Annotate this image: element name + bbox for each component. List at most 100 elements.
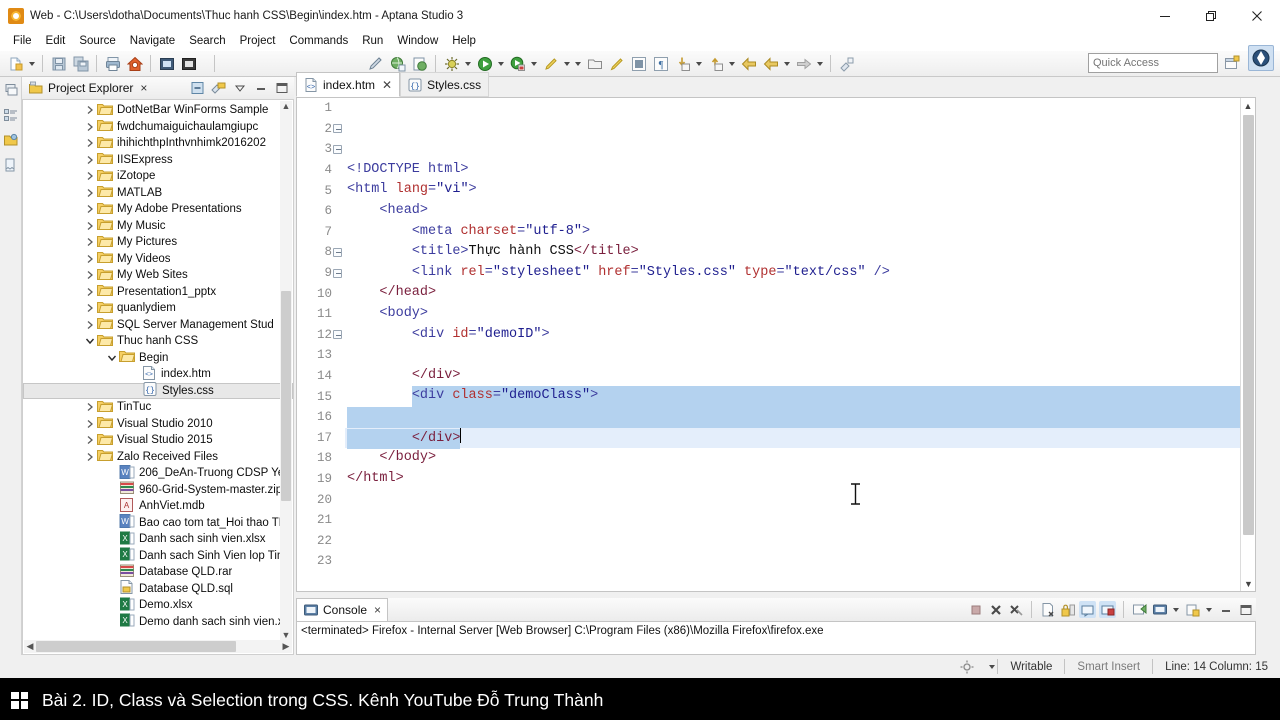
web-browser-button[interactable] (387, 53, 408, 74)
tree-item[interactable]: My Pictures (23, 234, 293, 251)
terminate-icon[interactable] (967, 601, 984, 618)
chevron-down-icon[interactable] (83, 337, 97, 345)
print-button[interactable] (102, 53, 123, 74)
tree-item[interactable]: quanlydiem (23, 300, 293, 317)
editor-vertical-scrollbar[interactable]: ▲ ▼ (1240, 98, 1255, 591)
new-file-button[interactable] (5, 53, 26, 74)
tab-console[interactable]: Console × (296, 598, 388, 621)
menu-project[interactable]: Project (233, 32, 283, 51)
tree-item[interactable]: TinTuc (23, 399, 293, 416)
tree-item[interactable]: fwdchumaiguichaulamgiupc (23, 119, 293, 136)
save-all-button[interactable] (70, 53, 91, 74)
chevron-right-icon[interactable] (83, 122, 97, 132)
tree-item[interactable]: My Music (23, 218, 293, 235)
tree-vertical-scrollbar[interactable]: ▲ ▼ (280, 101, 292, 640)
more-dropdown-icon[interactable] (573, 53, 583, 74)
tree-item[interactable]: <>index.htm (23, 366, 293, 383)
code-line[interactable]: </div> (345, 428, 1255, 449)
debug-dropdown-icon[interactable] (463, 53, 473, 74)
highlighter-dropdown-icon[interactable] (562, 53, 572, 74)
tree-item[interactable]: iZotope (23, 168, 293, 185)
view-menu-icon[interactable] (232, 80, 248, 96)
code-line[interactable]: <!DOCTYPE html> (345, 160, 1255, 181)
menu-run[interactable]: Run (355, 32, 390, 51)
maximize-view-icon[interactable] (274, 80, 290, 96)
tree-item[interactable]: MATLAB (23, 185, 293, 202)
windows-start-icon[interactable] (11, 692, 28, 709)
run-external-dropdown-icon[interactable] (529, 53, 539, 74)
tree-item[interactable]: Zalo Received Files (23, 449, 293, 466)
pin-console-icon[interactable] (1079, 601, 1096, 618)
menu-edit[interactable]: Edit (39, 32, 73, 51)
terminal-button[interactable] (178, 53, 199, 74)
tree-item[interactable]: XDanh sach sinh vien.xlsx (23, 531, 293, 548)
upload-dropdown-icon[interactable] (727, 53, 737, 74)
code-line[interactable] (345, 510, 1255, 531)
tree-item[interactable]: XDemo danh sach sinh vien.xls (23, 614, 293, 631)
tree-item[interactable]: Visual Studio 2015 (23, 432, 293, 449)
preview-button[interactable] (156, 53, 177, 74)
code-line[interactable]: </head> (345, 283, 1255, 304)
close-icon[interactable]: × (140, 81, 147, 95)
tree-item[interactable]: Visual Studio 2010 (23, 416, 293, 433)
code-line[interactable]: <link rel="stylesheet" href="Styles.css"… (345, 263, 1255, 284)
code-line[interactable] (345, 572, 1255, 591)
tree-item[interactable]: Database QLD.rar (23, 564, 293, 581)
tree-item[interactable]: DotNetBar WinForms Sample (23, 102, 293, 119)
fold-toggle-icon[interactable] (332, 145, 343, 154)
code-line[interactable]: <body> (345, 304, 1255, 325)
upload-button[interactable] (705, 53, 726, 74)
close-icon[interactable]: ✕ (382, 78, 392, 92)
project-explorer-icon[interactable] (3, 132, 19, 148)
back-arrow-2-button[interactable] (760, 53, 781, 74)
scroll-up-icon[interactable]: ▲ (1241, 98, 1255, 113)
code-line[interactable]: </html> (345, 469, 1255, 490)
code-line[interactable]: <head> (345, 201, 1255, 222)
code-line[interactable] (345, 345, 1255, 366)
chevron-right-icon[interactable] (83, 452, 97, 462)
menu-commands[interactable]: Commands (282, 32, 355, 51)
code-line[interactable] (345, 530, 1255, 551)
tree-item[interactable]: AAnhViet.mdb (23, 498, 293, 515)
web-page-button[interactable] (409, 53, 430, 74)
chevron-right-icon[interactable] (83, 138, 97, 148)
quick-access-input[interactable] (1088, 53, 1218, 73)
tree-item[interactable]: Thuc hanh CSS (23, 333, 293, 350)
close-icon[interactable]: × (374, 603, 381, 617)
maximize-view-icon[interactable] (1237, 601, 1254, 618)
scroll-left-icon[interactable]: ◀ (24, 641, 36, 652)
run-dropdown-icon[interactable] (496, 53, 506, 74)
tree-item[interactable]: XDanh sach Sinh Vien lop Tin 1 (23, 548, 293, 565)
clear-console-icon[interactable] (1039, 601, 1056, 618)
new-console-dropdown-icon[interactable] (1204, 599, 1214, 620)
debug-button[interactable] (441, 53, 462, 74)
fold-toggle-icon[interactable] (332, 124, 343, 133)
show-block-button[interactable] (628, 53, 649, 74)
tree-item[interactable]: My Videos (23, 251, 293, 268)
run-external-button[interactable] (507, 53, 528, 74)
show-console-on-error-icon[interactable] (1099, 601, 1116, 618)
tree-horizontal-scrollbar[interactable]: ◀ ▶ (24, 640, 292, 653)
menu-navigate[interactable]: Navigate (123, 32, 182, 51)
code-line[interactable] (345, 407, 1255, 428)
editor-scroll-thumb[interactable] (1243, 115, 1254, 535)
tree-hscroll-thumb[interactable] (36, 641, 236, 652)
restore-view-icon[interactable] (3, 82, 19, 98)
menu-help[interactable]: Help (445, 32, 483, 51)
home-button[interactable] (124, 53, 145, 74)
open-perspective-button[interactable] (1222, 53, 1242, 73)
fold-toggle-icon[interactable] (332, 269, 343, 278)
code-line[interactable]: </div> (345, 366, 1255, 387)
code-line[interactable] (345, 551, 1255, 572)
tree-item[interactable]: My Adobe Presentations (23, 201, 293, 218)
code-line[interactable]: <div class="demoClass"> (345, 386, 1255, 407)
tab-index-htm[interactable]: <> index.htm ✕ (296, 72, 400, 97)
tree-item[interactable]: ihihichthpInthvnhimk2016202 (23, 135, 293, 152)
run-button[interactable] (474, 53, 495, 74)
link-with-editor-icon[interactable] (211, 80, 227, 96)
code-line[interactable]: <div id="demoID"> (345, 325, 1255, 346)
download-button[interactable] (672, 53, 693, 74)
remove-launch-icon[interactable] (987, 601, 1004, 618)
tree-item-selected[interactable]: {}Styles.css (23, 383, 293, 400)
chevron-right-icon[interactable] (83, 419, 97, 429)
